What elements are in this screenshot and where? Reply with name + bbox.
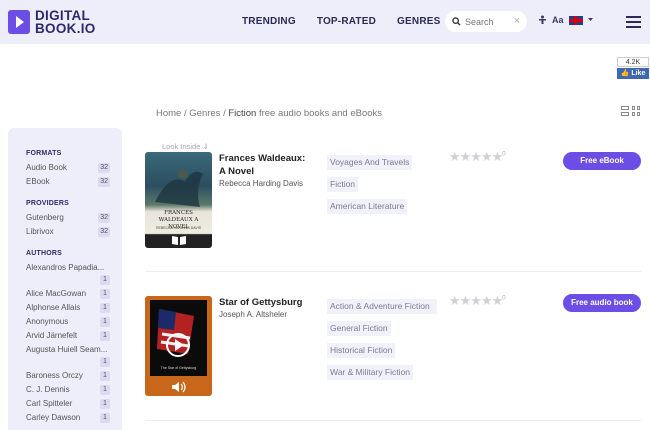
filter-audio-book[interactable]: Audio Book 32 (26, 162, 114, 176)
play-icon[interactable] (165, 332, 191, 358)
logo-text: DIGITAL BOOK.IO (35, 8, 96, 36)
search-input[interactable] (465, 16, 513, 27)
genre-tag[interactable]: Fiction (327, 177, 359, 192)
filter-count: 1 (100, 275, 110, 285)
book-author[interactable]: Joseph A. Altsheler (219, 310, 287, 319)
grid-view-icon-part (637, 112, 640, 116)
rating-count: 0 (502, 295, 506, 302)
view-toggle (621, 106, 641, 117)
menu-icon[interactable] (626, 16, 641, 31)
main-nav: TRENDING TOP-RATED GENRES (242, 16, 440, 27)
like-count: 4.2K (617, 57, 649, 67)
free-audio-book-button[interactable]: Free audio book (563, 294, 641, 312)
filter-count: 1 (100, 331, 110, 341)
genre-tag[interactable]: General Fiction (327, 321, 391, 336)
filter-author[interactable]: Carl Spitteler 1 (26, 398, 114, 412)
book-author[interactable]: Rebecca Harding Davis (219, 179, 303, 188)
filter-author[interactable]: Baroness Orczy 1 (26, 370, 114, 384)
filter-count: 1 (100, 289, 110, 299)
breadcrumb-home[interactable]: Home (156, 108, 181, 119)
filter-count: 1 (100, 317, 110, 327)
filter-count: 32 (98, 213, 110, 223)
filter-author[interactable]: Alice MacGowan 1 (26, 288, 114, 302)
logo-book-icon (8, 10, 30, 34)
chevron-down-icon[interactable] (587, 18, 593, 22)
search-box: × (445, 11, 527, 32)
filter-author[interactable]: Carley Dawson 1 (26, 412, 114, 426)
filter-author[interactable]: Alexandros Papadia... 1 (26, 262, 114, 288)
filter-count: 1 (100, 303, 110, 313)
authors-heading: AUTHORS (26, 250, 63, 257)
cover-figure-icon (155, 169, 203, 207)
facebook-like-button[interactable]: 👍 Like (617, 68, 649, 79)
free-ebook-button[interactable]: Free eBook (563, 152, 641, 170)
look-inside-link[interactable]: Look Inside ⇓ (162, 142, 209, 151)
genre-tags: Action & Adventure Fiction General Ficti… (327, 296, 439, 384)
book-title[interactable]: Frances Waldeaux: A Novel (219, 152, 311, 178)
filter-author[interactable]: Augusta Huiell Seam... 1 (26, 344, 114, 370)
breadcrumb-current: Fiction (228, 108, 257, 119)
cover-title: The Star of Gettysburg (160, 366, 197, 370)
list-view-icon[interactable] (621, 106, 629, 110)
filter-author[interactable]: C. J. Dennis 1 (26, 384, 114, 398)
filter-author[interactable]: Anonymous 1 (26, 316, 114, 330)
star-rating[interactable]: ★★★★★0 (449, 149, 506, 165)
formats-heading: FORMATS (26, 150, 62, 157)
breadcrumb-suffix: free audio books and eBooks (258, 108, 383, 119)
nav-genres[interactable]: GENRES (397, 16, 440, 27)
filter-count: 1 (100, 399, 110, 409)
book-title[interactable]: Star of Gettysburg (219, 296, 311, 309)
search-icon (452, 17, 461, 26)
row-divider (145, 271, 641, 272)
cover-author: REBECCA HARDING DAVIS (155, 226, 202, 230)
genre-tag[interactable]: Action & Adventure Fiction (327, 299, 437, 314)
grid-view-icon[interactable] (632, 106, 635, 110)
filter-librivox[interactable]: Librivox 32 (26, 226, 114, 240)
grid-view-icon-part (632, 112, 635, 116)
facebook-like-widget: 4.2K 👍 Like (617, 57, 649, 79)
row-divider (145, 420, 641, 421)
star-rating[interactable]: ★★★★★0 (449, 293, 506, 309)
accessibility-icon[interactable] (538, 15, 547, 25)
genre-tag[interactable]: Voyages And Travels (327, 155, 413, 170)
providers-heading: PROVIDERS (26, 200, 70, 207)
rating-count: 0 (502, 151, 506, 158)
genre-tags: Voyages And Travels Fiction American Lit… (327, 152, 439, 218)
filter-sidebar: FORMATS Audio Book 32 EBook 32 PROVIDERS G… (8, 128, 122, 430)
filter-count: 32 (98, 163, 110, 173)
breadcrumb-genres[interactable]: Genres (189, 108, 220, 119)
top-header: DIGITAL BOOK.IO TRENDING TOP-RATED GENRE… (0, 0, 650, 44)
filter-ebook[interactable]: EBook 32 (26, 176, 114, 190)
filter-count: 32 (98, 227, 110, 237)
header-tools: Aa (538, 15, 593, 25)
genre-tag[interactable]: Historical Fiction (327, 343, 396, 358)
filter-author[interactable]: Alphonse Allais 1 (26, 302, 114, 316)
speaker-icon (172, 381, 186, 393)
open-book-icon (172, 236, 186, 245)
grid-view-icon-part (637, 106, 640, 110)
filter-count: 32 (98, 177, 110, 187)
filter-count: 1 (100, 357, 110, 367)
arrow-down-icon: ⇓ (202, 142, 209, 151)
thumbs-up-icon: 👍 (620, 70, 630, 77)
nav-top-rated[interactable]: TOP-RATED (317, 16, 376, 27)
filter-count: 1 (100, 413, 110, 423)
filter-gutenberg[interactable]: Gutenberg 32 (26, 212, 114, 226)
filter-count: 1 (100, 371, 110, 381)
breadcrumb: Home / Genres / Fiction free audio books… (156, 108, 383, 119)
site-logo[interactable]: DIGITAL BOOK.IO (8, 9, 96, 35)
list-view-icon-part (621, 112, 629, 116)
book-cover[interactable]: The Star of Gettysburg (145, 296, 212, 396)
nav-trending[interactable]: TRENDING (242, 16, 296, 27)
font-size-button[interactable]: Aa (552, 15, 564, 25)
uk-flag-icon[interactable] (568, 15, 583, 25)
clear-search-icon[interactable]: × (514, 15, 520, 27)
genre-tag[interactable]: War & Military Fiction (327, 365, 413, 380)
filter-count: 1 (100, 385, 110, 395)
book-cover[interactable]: FRANCES WALDEAUX A NOVEL REBECCA HARDING… (145, 152, 212, 248)
filter-author[interactable]: Arvid Järnefelt 1 (26, 330, 114, 344)
genre-tag[interactable]: American Literature (327, 199, 408, 214)
